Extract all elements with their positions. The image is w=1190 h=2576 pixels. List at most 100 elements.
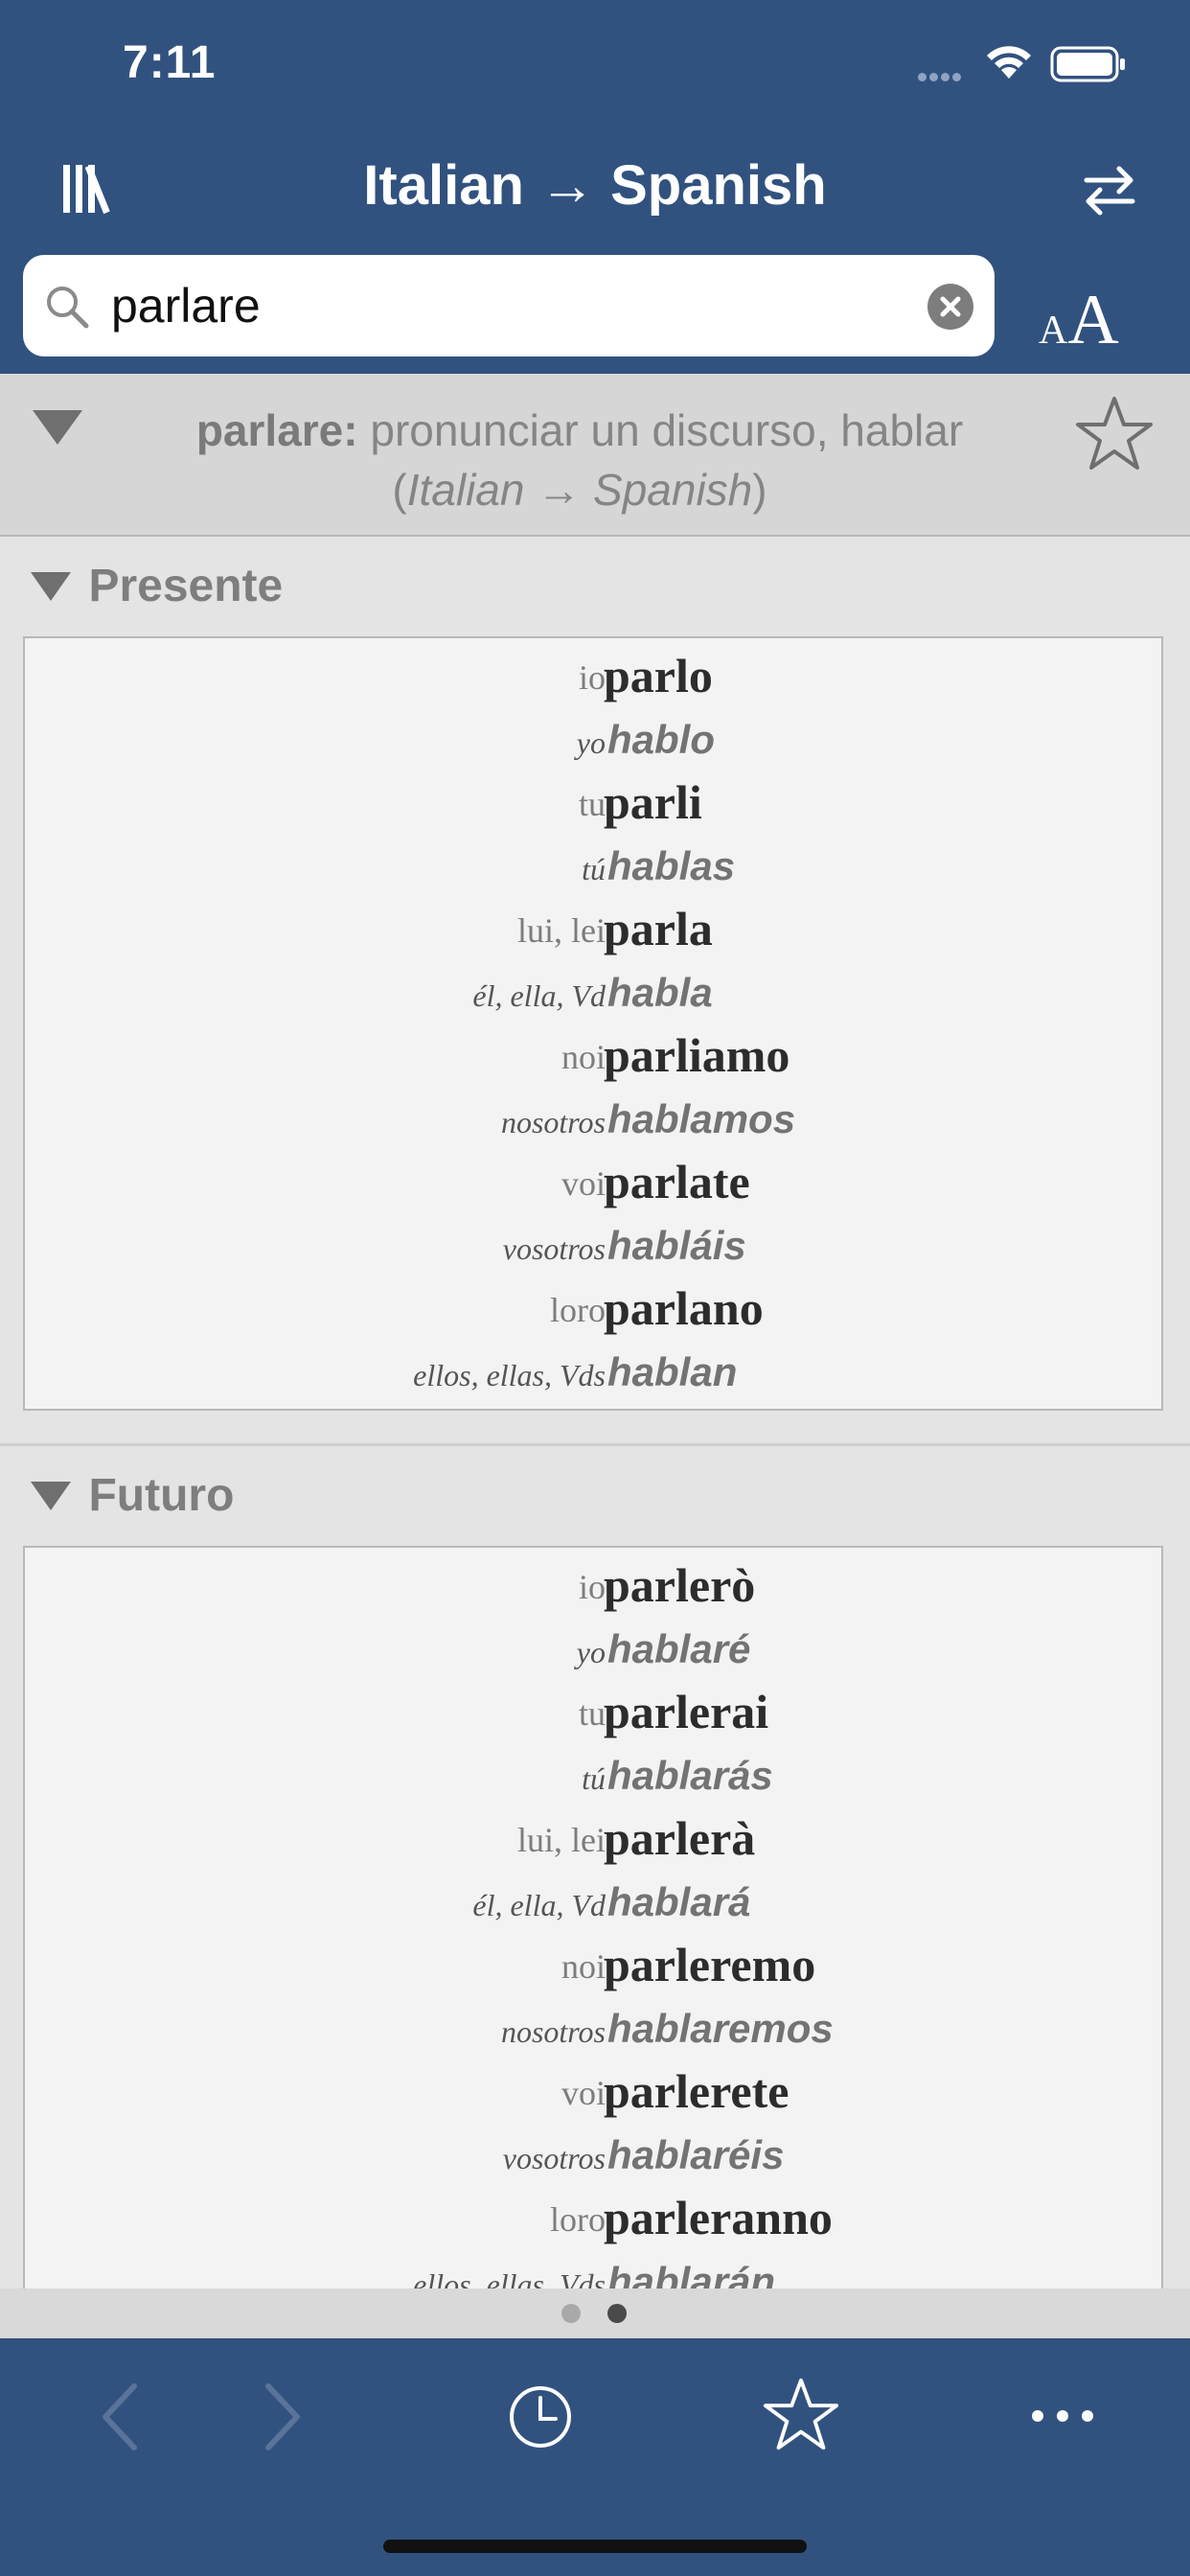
page-dot-2-active[interactable] [607,2304,627,2323]
spanish-pronoun: tú [582,1761,606,1796]
italian-pronoun: noi [561,1038,606,1076]
italian-form: parlerò [604,1558,756,1612]
spanish-pronoun: vosotros [502,1231,606,1266]
entry-direction: Italian → Spanish [406,465,753,515]
spanish-form: hablaréis [607,2132,785,2177]
conjugation-row-it: tu parlerai [25,1682,1165,1745]
tense-header[interactable]: Presente [29,560,283,612]
spanish-pronoun: ellos, ellas, Vds [413,2267,606,2288]
spanish-form: hablas [607,843,736,888]
spanish-form: hablará [607,1879,751,1924]
conjugation-row-es: yo hablaré [25,1619,1165,1682]
font-size-small-glyph: A [1039,309,1068,353]
forward-arrow-icon[interactable] [257,2380,307,2453]
italian-pronoun: io [578,658,606,697]
italian-form: parlerà [604,1811,756,1865]
direction-close-paren: ) [752,465,767,515]
entry-translation: pronunciar un discurso, hablar [357,405,964,455]
italian-form: parlerete [604,2064,790,2118]
spanish-pronoun: ellos, ellas, Vds [413,1358,606,1392]
spanish-form: hablaremos [607,2006,834,2051]
spanish-pronoun: él, ella, Vd [472,978,606,1013]
italian-pronoun: loro [550,1291,606,1329]
spanish-pronoun: nosotros [500,1105,606,1139]
conjugation-row-it: noi parliamo [25,1025,1165,1089]
conjugation-row-it: lui, lei parlerà [25,1808,1165,1872]
italian-pronoun: lui, lei [517,911,606,950]
italian-pronoun: voi [561,2074,606,2112]
page-dot-1[interactable] [561,2304,581,2323]
conjugation-table: io parlo yo hablo tu parli tú hablas lui… [23,636,1163,1411]
spanish-pronoun: él, ella, Vd [472,1888,606,1922]
search-bar [23,255,995,356]
wifi-icon [987,46,1031,79]
search-icon [47,287,89,329]
italian-form: parli [604,775,702,829]
more-ellipsis-icon[interactable] [1029,2405,1096,2426]
conjugation-row-es: yo hablo [25,709,1165,772]
swap-direction-icon[interactable] [1081,161,1138,218]
italian-form: parliamo [604,1028,790,1082]
spanish-form: hablo [607,717,715,762]
conjugation-row-it: lui, lei parla [25,899,1165,962]
italian-form: parla [604,902,713,955]
home-indicator[interactable] [383,2540,807,2553]
spanish-pronoun: yo [576,1635,606,1669]
top-bar: 7:11 Italian → Spanish AA [0,0,1190,374]
italian-pronoun: lui, lei [517,1821,606,1859]
direction-open-paren: ( [392,465,407,515]
headword: parlare: [195,405,358,455]
back-arrow-icon[interactable] [96,2380,146,2453]
collapse-triangle-icon [31,571,71,601]
tense-name: Futuro [88,1470,235,1521]
spanish-form: hablamos [607,1096,796,1141]
italian-form: parleranno [604,2191,833,2244]
status-time: 7:11 [123,37,217,88]
spanish-pronoun: tú [582,852,606,886]
history-clock-icon[interactable] [508,2384,573,2450]
spanish-form: hablan [607,1349,738,1394]
tense-header[interactable]: Futuro [29,1469,234,1522]
spanish-form: habláis [607,1223,746,1268]
conjugation-row-es: él, ella, Vd habla [25,962,1165,1025]
conjugation-row-it: io parlerò [25,1555,1165,1619]
italian-form: parleremo [604,1938,816,1991]
italian-pronoun: io [578,1568,606,1606]
collapse-triangle-icon [31,1481,71,1510]
spanish-pronoun: vosotros [502,2141,606,2175]
spanish-form: hablarán [607,2259,776,2288]
collapse-triangle-icon[interactable] [31,406,84,448]
battery-icon [1050,46,1125,82]
conjugation-row-it: noi parleremo [25,1935,1165,1998]
font-size-button[interactable]: AA [1039,280,1119,361]
page-title: Italian → Spanish [363,154,827,217]
italian-form: parlano [604,1281,764,1335]
favorites-star-icon[interactable] [761,2375,841,2455]
conjugation-row-es: ellos, ellas, Vds hablarán [25,2251,1165,2288]
entry-summary: parlare: pronunciar un discurso, hablar … [134,401,1025,519]
conjugation-row-es: ellos, ellas, Vds hablan [25,1342,1165,1405]
page-indicator[interactable] [0,2288,1190,2338]
italian-form: parlerai [604,1685,769,1738]
italian-form: parlate [604,1155,750,1208]
conjugation-row-it: tu parli [25,772,1165,836]
italian-pronoun: tu [578,785,606,823]
cellular-signal-icon [918,69,972,81]
favorite-star-icon[interactable] [1073,393,1156,475]
italian-pronoun: voi [561,1164,606,1203]
clear-search-button[interactable] [927,284,973,330]
italian-pronoun: tu [578,1694,606,1733]
spanish-form: habla [607,970,713,1015]
bottom-toolbar [0,2338,1190,2576]
font-size-big-glyph: A [1067,281,1119,359]
spanish-form: hablaré [607,1626,751,1671]
conjugation-row-es: vosotros hablaréis [25,2125,1165,2188]
tense-name: Presente [88,561,284,611]
italian-pronoun: loro [550,2200,606,2239]
conjugation-table: io parlerò yo hablaré tu parlerai tú hab… [23,1546,1163,2288]
tense-section-presente: Presente io parlo yo hablo tu parli tú h… [0,537,1190,1443]
conjugation-row-es: nosotros hablamos [25,1089,1165,1152]
entry-header[interactable]: parlare: pronunciar un discurso, hablar … [0,374,1190,537]
search-input[interactable] [109,274,937,337]
conjugation-row-es: vosotros habláis [25,1215,1165,1278]
